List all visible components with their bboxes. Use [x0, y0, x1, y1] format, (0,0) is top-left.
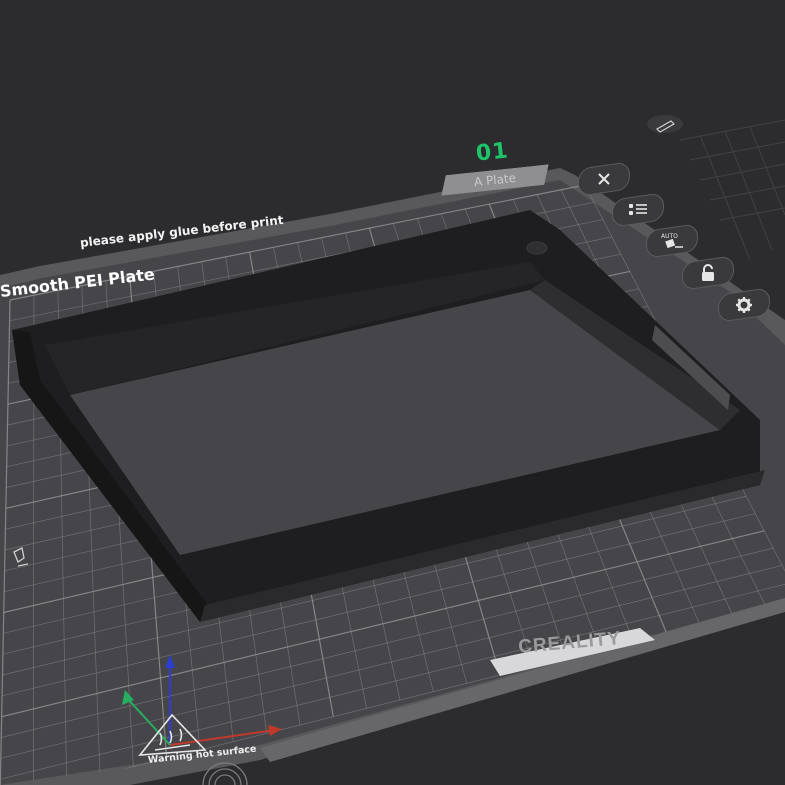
pencil-icon[interactable] [647, 115, 683, 133]
model-mount-hole [526, 241, 548, 255]
plate-number: 01 [474, 138, 510, 167]
arrange-list-icon [629, 204, 647, 215]
auto-label: AUTO [661, 233, 678, 240]
lock-icon [702, 264, 714, 281]
3d-viewport[interactable]: 01 A Plate please apply glue before prin… [0, 0, 785, 785]
plate-scene[interactable] [0, 0, 785, 785]
gear-icon [736, 297, 752, 313]
close-icon [598, 173, 610, 185]
auto-orient-icon: AUTO [661, 233, 683, 249]
